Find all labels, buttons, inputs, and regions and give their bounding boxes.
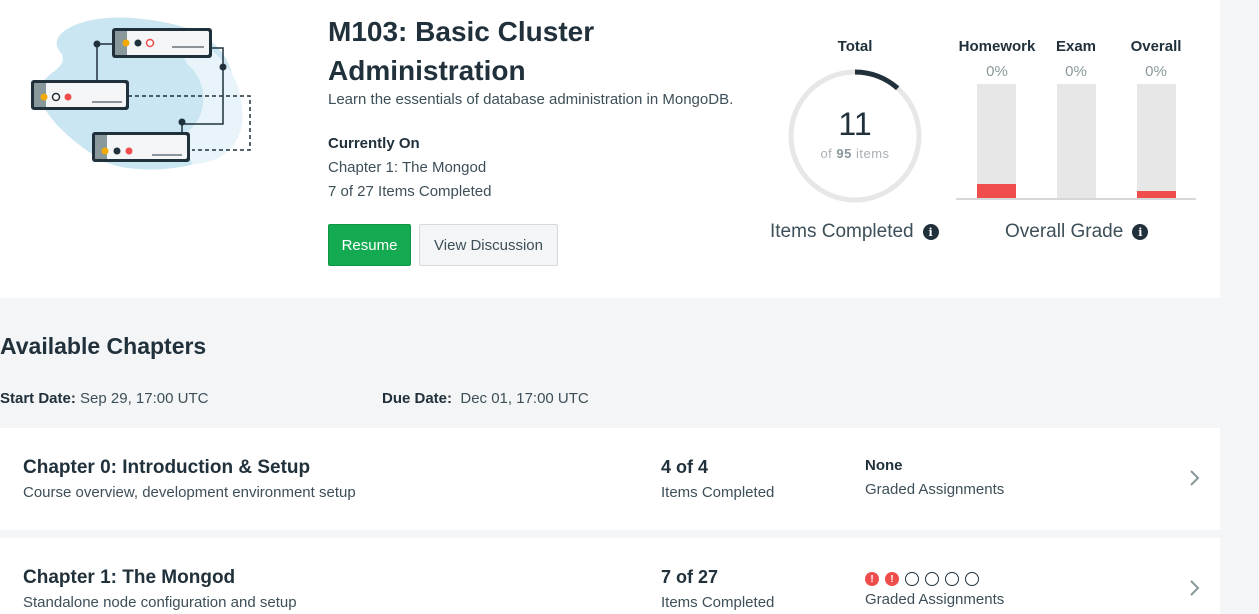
- grade-percent: 0%: [1065, 63, 1087, 80]
- currently-on-label: Currently On: [328, 135, 420, 152]
- chevron-right-icon[interactable]: [1187, 576, 1203, 600]
- available-chapters-heading: Available Chapters: [0, 333, 207, 359]
- start-date-label: Start Date:: [0, 390, 76, 407]
- grade-name: Homework: [958, 38, 1036, 55]
- items-total-text: of 95 items: [785, 146, 925, 161]
- items-suffix: items: [856, 146, 890, 161]
- items-completed-count: 11: [838, 106, 872, 142]
- chapter-items-count: 4 of 4: [661, 457, 709, 477]
- overall-grade-caption: Overall Grade i: [1005, 221, 1149, 243]
- grade-bar-exam: [1057, 84, 1096, 199]
- grade-bar-fill: [977, 184, 1016, 199]
- course-description: Learn the essentials of database adminis…: [328, 91, 734, 108]
- chapter-card[interactable]: Chapter 1: The Mongod Standalone node co…: [0, 538, 1220, 614]
- info-icon[interactable]: i: [922, 224, 939, 240]
- items-completed-caption: Items Completed i: [770, 221, 939, 243]
- assignment-open-icon: [905, 572, 919, 586]
- course-title: M103: Basic Cluster Administration: [328, 16, 595, 86]
- grade-column-homework: Homework 0%: [952, 38, 1042, 80]
- grade-column-exam: Exam 0%: [1031, 38, 1121, 80]
- chapter-title: Chapter 1: The Mongod: [23, 567, 236, 588]
- due-date: Due Date: Dec 01, 17:00 UTC: [382, 390, 589, 407]
- start-date: Start Date: Sep 29, 17:00 UTC: [0, 390, 208, 407]
- due-date-label: Due Date:: [382, 390, 453, 407]
- grade-baseline: [956, 198, 1196, 200]
- assignment-open-icon: [945, 572, 959, 586]
- grade-bar-homework: [977, 84, 1016, 199]
- grade-percent: 0%: [986, 63, 1008, 80]
- graded-assignments-label: Graded Assignments: [865, 481, 1005, 498]
- grade-bar-overall: [1137, 84, 1176, 199]
- total-label: Total: [837, 38, 873, 55]
- chapter-description: Standalone node configuration and setup: [23, 594, 297, 611]
- start-date-value: Sep 29, 17:00 UTC: [80, 390, 209, 407]
- overall-grade-label: Overall Grade: [1005, 221, 1124, 242]
- due-date-value: Dec 01, 17:00 UTC: [460, 390, 589, 407]
- graded-assignments-label: Graded Assignments: [865, 591, 1005, 608]
- items-completed-label: Items Completed: [770, 221, 914, 242]
- chapter-items-count: 7 of 27: [661, 567, 719, 587]
- current-chapter: Chapter 1: The Mongod: [328, 159, 487, 176]
- view-discussion-button[interactable]: View Discussion: [419, 224, 558, 266]
- grade-percent: 0%: [1145, 63, 1167, 80]
- of-prefix: of: [820, 146, 833, 161]
- graded-assignments-value: None: [865, 457, 903, 474]
- chevron-right-icon[interactable]: [1187, 466, 1203, 490]
- chapter-items-label: Items Completed: [661, 594, 775, 611]
- graded-assignment-status: !!: [865, 572, 979, 586]
- assignment-alert-icon: !: [885, 572, 899, 586]
- grade-column-overall: Overall 0%: [1111, 38, 1201, 80]
- grade-name: Overall: [1130, 38, 1182, 55]
- cluster-illustration: [31, 17, 251, 170]
- resume-button[interactable]: Resume: [328, 224, 411, 266]
- assignment-alert-icon: !: [865, 572, 879, 586]
- chapter-title: Chapter 0: Introduction & Setup: [23, 457, 311, 478]
- chapter-items-label: Items Completed: [661, 484, 775, 501]
- assignment-open-icon: [965, 572, 979, 586]
- items-total: 95: [836, 146, 852, 161]
- course-header: M103: Basic Cluster Administration Learn…: [0, 0, 1220, 298]
- grade-name: Exam: [1055, 38, 1097, 55]
- chapter-description: Course overview, development environment…: [23, 484, 356, 501]
- chapter-card[interactable]: Chapter 0: Introduction & Setup Course o…: [0, 428, 1220, 530]
- current-items-completed: 7 of 27 Items Completed: [328, 183, 492, 200]
- info-icon[interactable]: i: [1132, 224, 1149, 240]
- assignment-open-icon: [925, 572, 939, 586]
